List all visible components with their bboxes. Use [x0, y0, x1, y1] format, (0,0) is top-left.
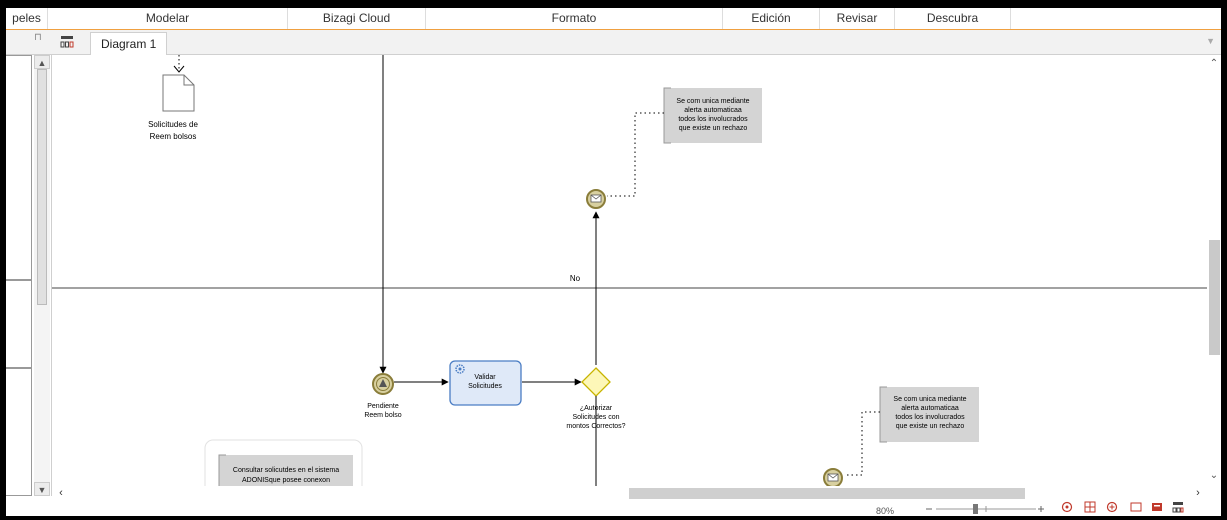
chevron-up-icon[interactable]: ⌃	[1207, 57, 1221, 71]
tab-edicion[interactable]: Edición	[723, 8, 820, 29]
status-bar: 80%	[6, 500, 1221, 516]
left-panel: ▲ ▼	[6, 55, 52, 496]
annotation-text: alerta automaticaa	[684, 107, 742, 114]
vertical-scrollbar[interactable]: ⌃ ⌄	[1207, 55, 1221, 486]
data-object-label: Reem bolsos	[150, 132, 197, 141]
grid-icon[interactable]	[1084, 501, 1096, 513]
lane-header	[6, 280, 32, 368]
chevron-left-icon[interactable]: ‹	[54, 486, 68, 500]
tab-empty	[1011, 8, 1221, 29]
note-text: Consultar solicutdes en el sistema	[233, 467, 339, 474]
process-diagram: Solicitudes de Reem bolsos Se com unica …	[52, 55, 1207, 486]
message-end-event-bottom[interactable]	[823, 468, 843, 486]
event-label: Pendiente	[367, 403, 399, 410]
zoom-icon[interactable]	[1106, 501, 1118, 513]
message-end-event-top[interactable]	[586, 189, 606, 209]
annotation-text: Se com unica mediante	[893, 396, 966, 403]
annotation-text: Se com unica mediante	[676, 98, 749, 105]
intermediate-event-pendiente[interactable]	[372, 373, 394, 395]
fit-icon[interactable]	[1061, 501, 1073, 513]
event-label: Reem bolso	[364, 412, 401, 419]
tab-formato[interactable]: Formato	[426, 8, 723, 29]
panel-icon[interactable]	[1151, 501, 1163, 513]
annotation-text: alerta automaticaa	[901, 405, 959, 412]
exclusive-gateway-autorizar[interactable]	[581, 367, 611, 397]
window-icon[interactable]	[1130, 501, 1142, 513]
ribbon-tabs: peles Modelar Bizagi Cloud Formato Edici…	[6, 8, 1221, 30]
annotation-text: que existe un rechazo	[679, 125, 748, 132]
zoom-level: 80%	[876, 506, 895, 516]
horizontal-scrollbar[interactable]: ‹ ›	[52, 486, 1207, 500]
left-scrollbar[interactable]: ▲ ▼	[34, 55, 50, 496]
annotation-text: todos los involucrados	[895, 414, 965, 421]
tab-bizagi-cloud[interactable]: Bizagi Cloud	[288, 8, 426, 29]
lane-header	[6, 368, 32, 496]
annotation-association	[844, 411, 880, 476]
chevron-down-icon[interactable]: ▼	[1206, 36, 1215, 46]
diagram-icon[interactable]	[1172, 501, 1184, 513]
chevron-down-icon[interactable]: ⌄	[1207, 469, 1221, 483]
chevron-right-icon[interactable]: ›	[1191, 486, 1205, 500]
diagram-icon	[60, 36, 74, 48]
annotation-text: todos los involucrados	[678, 116, 748, 123]
scrollbar-thumb[interactable]	[629, 488, 1025, 499]
scrollbar-thumb[interactable]	[1209, 240, 1220, 355]
annotation-text: que existe un rechazo	[896, 423, 965, 430]
tab-roles[interactable]: peles	[6, 8, 48, 29]
lane-header	[6, 55, 32, 280]
pin-icon[interactable]: ⊓	[34, 32, 42, 43]
chevron-up-icon[interactable]: ▲	[34, 55, 50, 69]
diagram-canvas[interactable]: Solicitudes de Reem bolsos Se com unica …	[52, 55, 1207, 486]
flow-label-no: No	[570, 274, 581, 283]
annotation-association	[607, 112, 664, 197]
tab-modelar[interactable]: Modelar	[48, 8, 288, 29]
task-label: Validar	[474, 374, 496, 381]
document-tab-bar: ⊓ Diagram 1 ▼	[6, 30, 1221, 55]
data-object-label: Solicitudes de	[148, 120, 198, 129]
tab-revisar[interactable]: Revisar	[820, 8, 895, 29]
task-label: Solicitudes	[468, 383, 502, 390]
chevron-down-icon[interactable]: ▼	[34, 482, 50, 496]
zoom-slider[interactable]	[924, 501, 1044, 515]
data-object-solicitudes[interactable]	[162, 74, 195, 112]
tab-diagram-1[interactable]: Diagram 1	[90, 32, 168, 55]
note-text: ADONISque posee conexon	[242, 477, 330, 484]
tab-descubra[interactable]: Descubra	[895, 8, 1011, 29]
scrollbar-thumb[interactable]	[37, 69, 47, 305]
